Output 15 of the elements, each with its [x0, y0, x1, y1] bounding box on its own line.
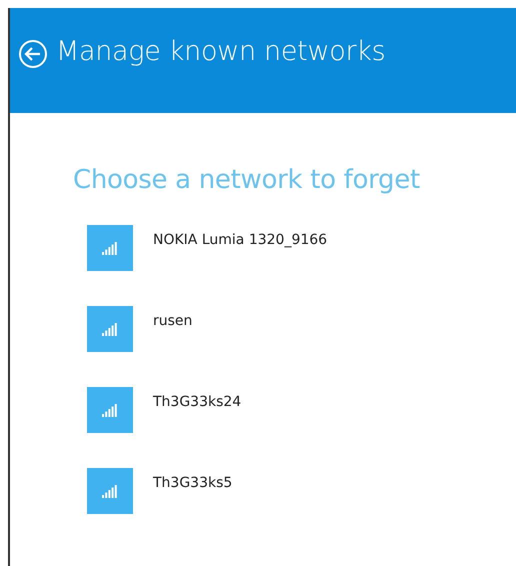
network-name[interactable]: Th3G33ks5	[153, 475, 232, 491]
signal-icon	[102, 484, 118, 498]
signal-icon	[102, 403, 118, 417]
network-name[interactable]: NOKIA Lumia 1320_9166	[153, 232, 328, 248]
signal-icon	[102, 322, 118, 336]
wifi-tile[interactable]	[87, 387, 133, 433]
wifi-tile[interactable]	[87, 306, 133, 352]
signal-icon	[102, 241, 118, 255]
section-heading: Choose a network to forget	[73, 165, 421, 195]
wifi-tile[interactable]	[87, 468, 133, 514]
network-name[interactable]: Th3G33ks24	[153, 394, 242, 410]
back-icon[interactable]	[18, 39, 48, 69]
network-name[interactable]: rusen	[153, 313, 192, 329]
page-title: Manage known networks	[56, 36, 386, 67]
wifi-tile[interactable]	[87, 225, 133, 271]
